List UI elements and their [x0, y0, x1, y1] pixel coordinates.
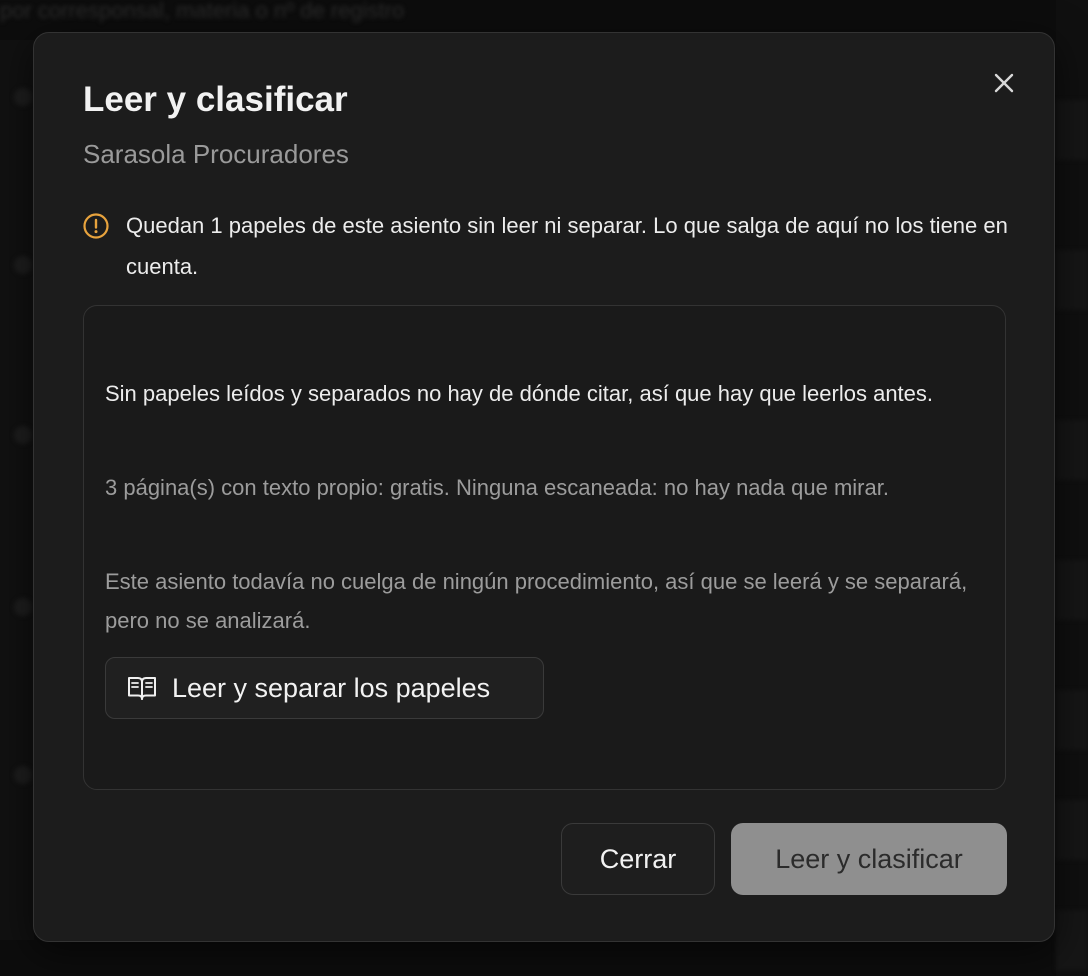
background-list-item — [1056, 560, 1088, 620]
classify-submit-button[interactable]: Leer y clasificar — [731, 823, 1007, 895]
background-list-item — [1056, 800, 1088, 860]
warning-text: Quedan 1 papeles de este asiento sin lee… — [126, 213, 1008, 279]
procedure-note: Este asiento todavía no cuelga de ningún… — [105, 569, 968, 633]
background-avatar — [14, 766, 32, 784]
read-and-separate-button[interactable]: Leer y separar los papeles — [105, 657, 544, 719]
close-dialog-button[interactable] — [988, 67, 1020, 99]
background-search-hint: por corresponsal, materia o nº de regist… — [0, 0, 405, 23]
close-icon — [994, 73, 1014, 93]
alert-circle-icon — [83, 213, 109, 239]
background-list-item — [1056, 100, 1088, 160]
dialog-title: Leer y clasificar — [83, 80, 348, 119]
background-list-item — [1056, 690, 1088, 750]
classify-dialog: Leer y clasificar Sarasola Procuradores … — [33, 32, 1055, 942]
background-list-item — [1056, 420, 1088, 480]
cancel-button[interactable]: Cerrar — [561, 823, 715, 895]
background-avatar — [14, 256, 32, 274]
read-papers-card: Sin papeles leídos y separados no hay de… — [83, 305, 1006, 790]
background-list-item — [1056, 250, 1088, 310]
unread-warning: Quedan 1 papeles de este asiento sin lee… — [82, 209, 1012, 287]
background-avatar — [14, 598, 32, 616]
background-avatar — [14, 426, 32, 444]
background-left-panel — [0, 40, 34, 940]
card-main-text: Sin papeles leídos y separados no hay de… — [105, 381, 934, 406]
read-button-label: Leer y separar los papeles — [172, 673, 491, 703]
book-open-icon — [128, 677, 156, 700]
dialog-subtitle: Sarasola Procuradores — [83, 139, 349, 169]
background-avatar — [14, 88, 32, 106]
pages-note: 3 página(s) con texto propio: gratis. Ni… — [105, 475, 889, 500]
background-list-item — [1056, 910, 1088, 970]
